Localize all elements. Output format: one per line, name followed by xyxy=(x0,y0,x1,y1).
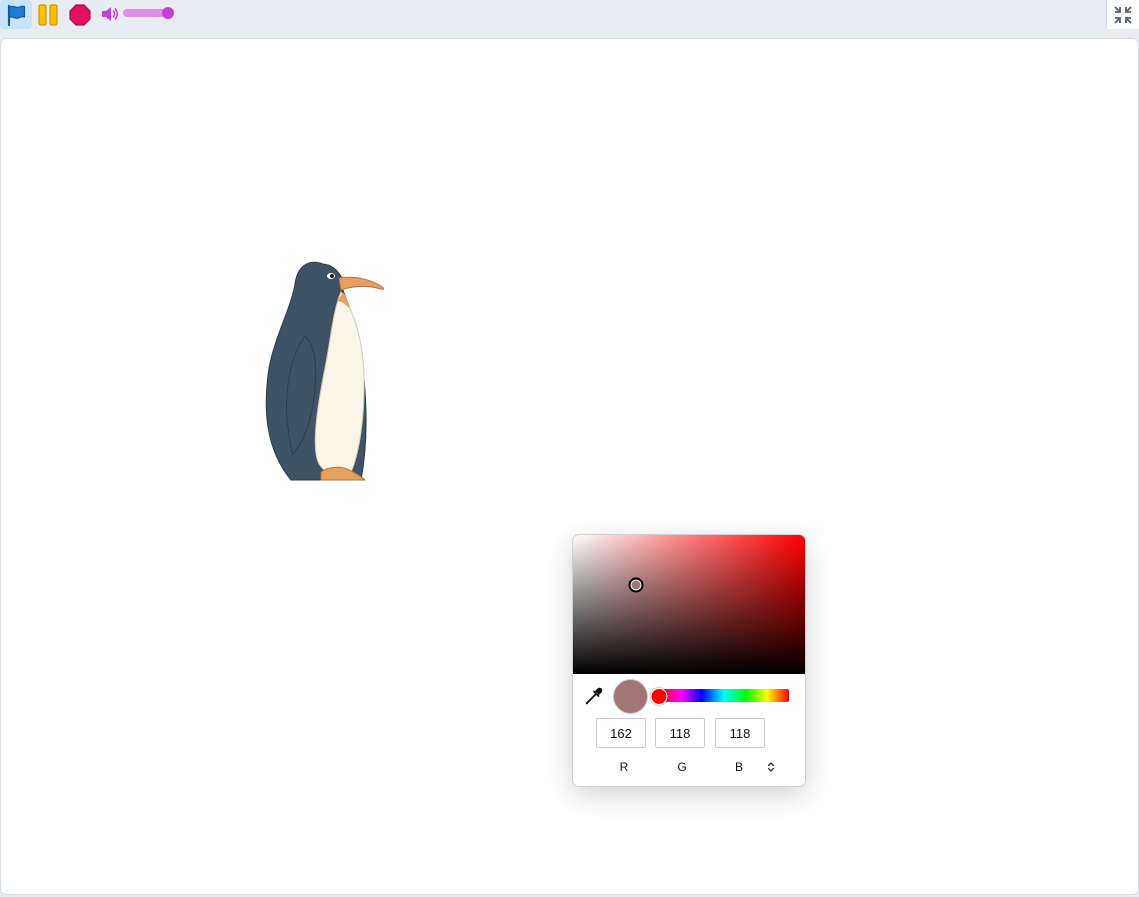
speaker-icon[interactable] xyxy=(100,5,120,23)
hue-thumb[interactable] xyxy=(650,688,668,705)
current-color-swatch xyxy=(613,679,648,714)
blue-input[interactable] xyxy=(715,718,765,748)
stage-canvas[interactable]: R G B xyxy=(0,38,1139,895)
stop-icon xyxy=(69,3,91,26)
saturation-value-cursor[interactable] xyxy=(628,577,644,593)
hue-slider[interactable] xyxy=(650,688,789,705)
pause-button[interactable] xyxy=(32,0,64,29)
chevron-up-down-icon[interactable] xyxy=(765,761,777,773)
flag-icon xyxy=(7,4,26,26)
penguin-sprite[interactable] xyxy=(263,258,387,482)
color-picker: R G B xyxy=(572,534,806,787)
red-label: R xyxy=(619,760,629,774)
red-input[interactable] xyxy=(596,718,646,748)
saturation-value-area[interactable] xyxy=(573,535,805,674)
exit-fullscreen-button[interactable] xyxy=(1106,0,1139,29)
blue-label: B xyxy=(734,760,743,774)
green-label: G xyxy=(677,760,687,774)
green-input[interactable] xyxy=(655,718,705,748)
green-flag-button[interactable] xyxy=(0,0,32,29)
eyedropper-icon[interactable] xyxy=(585,687,603,705)
volume-thumb[interactable] xyxy=(162,7,174,19)
volume-slider[interactable] xyxy=(123,7,174,19)
stage-toolbar xyxy=(0,0,1139,34)
stop-button[interactable] xyxy=(64,0,96,29)
exit-fullscreen-icon xyxy=(1114,5,1132,24)
pause-icon xyxy=(38,3,58,26)
